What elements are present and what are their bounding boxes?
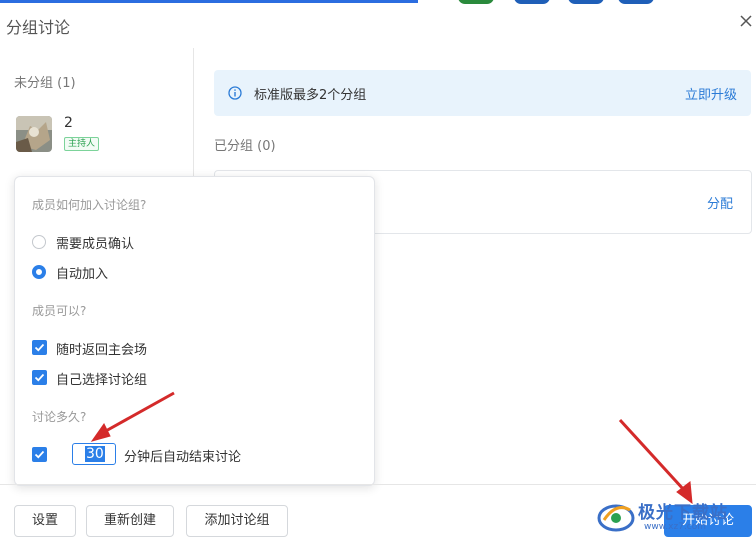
minutes-input[interactable]: 30 (72, 443, 116, 465)
recreate-button[interactable]: 重新创建 (86, 505, 174, 537)
member-item[interactable]: 2 主持人 (16, 114, 186, 154)
checkbox-checked[interactable] (32, 370, 47, 385)
checkbox-checked[interactable] (32, 340, 47, 355)
discussion-settings-popup: 成员如何加入讨论组? 需要成员确认 自动加入 成员可以? 随时返回主会场 自己选… (14, 176, 375, 486)
add-group-button[interactable]: 添加讨论组 (186, 505, 288, 537)
background-banner-fragment (418, 0, 718, 6)
close-icon[interactable] (740, 14, 756, 30)
assign-link[interactable]: 分配 (707, 193, 733, 212)
option-label: 需要成员确认 (56, 237, 135, 252)
option-label: 自动加入 (56, 267, 109, 282)
footer-divider (0, 484, 756, 485)
member-name: 2 (64, 115, 73, 131)
checkbox-checked[interactable] (32, 447, 47, 462)
join-question: 成员如何加入讨论组? (32, 198, 147, 212)
radio-button-selected[interactable] (32, 265, 46, 279)
avatar (16, 116, 52, 152)
host-badge: 主持人 (64, 137, 100, 151)
can-question: 成员可以? (32, 304, 87, 318)
notice-text: 标准版最多2个分组 (254, 88, 367, 103)
watermark-logo-icon (597, 504, 635, 532)
option-label: 自己选择讨论组 (56, 373, 148, 388)
radio-button[interactable] (32, 235, 46, 249)
minutes-value: 30 (85, 446, 105, 462)
grouped-label: 已分组 (0) (214, 139, 276, 154)
arrow-to-start-button (618, 418, 693, 505)
start-discussion-button[interactable]: 开始讨论 (664, 505, 752, 537)
duration-question: 讨论多久? (32, 410, 87, 424)
plan-notice: 标准版最多2个分组 立即升级 (214, 70, 751, 116)
ungrouped-label: 未分组 (1) (14, 76, 76, 91)
option-label: 随时返回主会场 (56, 343, 148, 358)
duration-suffix: 分钟后自动结束讨论 (124, 450, 242, 465)
window-top-accent (0, 0, 418, 3)
upgrade-link[interactable]: 立即升级 (685, 84, 737, 103)
info-icon (228, 85, 242, 100)
settings-button[interactable]: 设置 (14, 505, 76, 537)
dialog-title: 分组讨论 (6, 18, 71, 37)
